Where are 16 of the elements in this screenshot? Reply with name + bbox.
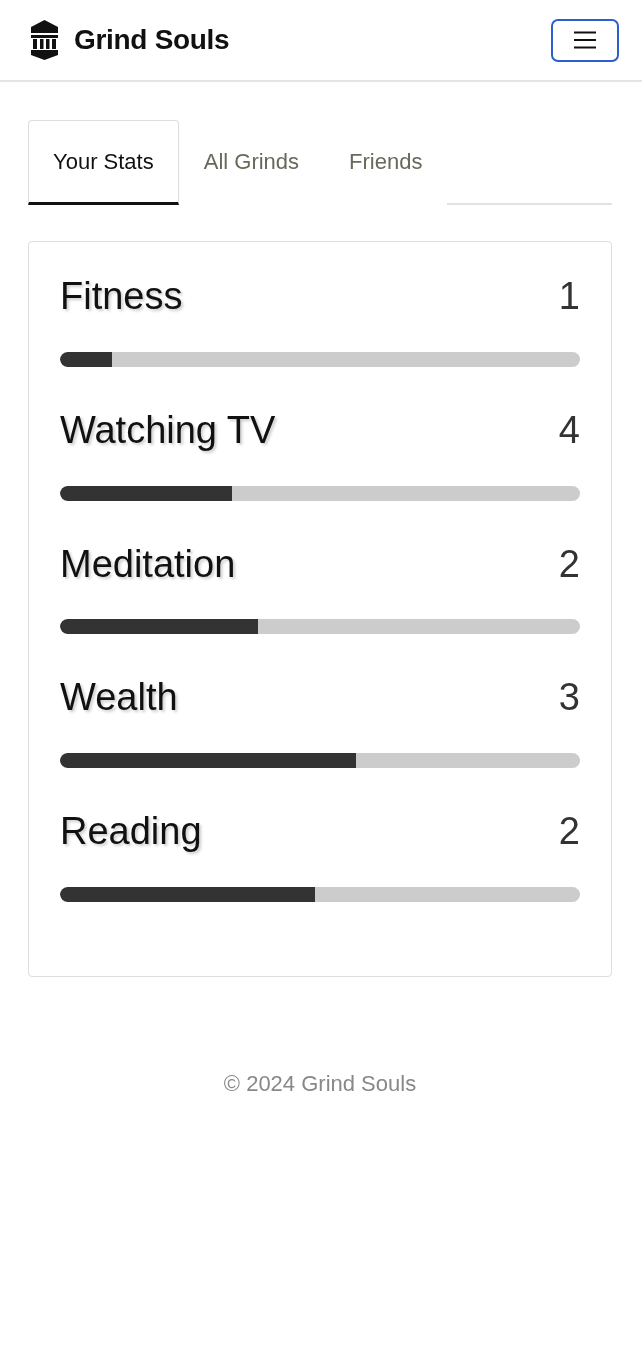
copyright-text: © 2024 Grind Souls: [223, 1071, 417, 1096]
app-title: Grind Souls: [74, 24, 230, 56]
stat-name: Watching TV: [60, 409, 276, 452]
stat-value: 2: [558, 811, 580, 853]
menu-icon: [573, 31, 597, 49]
stat-name: Wealth: [60, 677, 178, 720]
stat-value: 2: [558, 543, 580, 586]
tab[interactable]: Your Stats: [28, 120, 179, 205]
stat-name: Reading: [60, 811, 202, 853]
stat-name: Meditation: [60, 543, 236, 586]
menu-button[interactable]: [551, 18, 619, 62]
stat-name: Fitness: [60, 276, 183, 318]
stat-value: 3: [558, 677, 580, 720]
stat-value: 4: [558, 409, 580, 452]
stat-value: 1: [558, 276, 580, 318]
temple-icon: [28, 18, 61, 62]
